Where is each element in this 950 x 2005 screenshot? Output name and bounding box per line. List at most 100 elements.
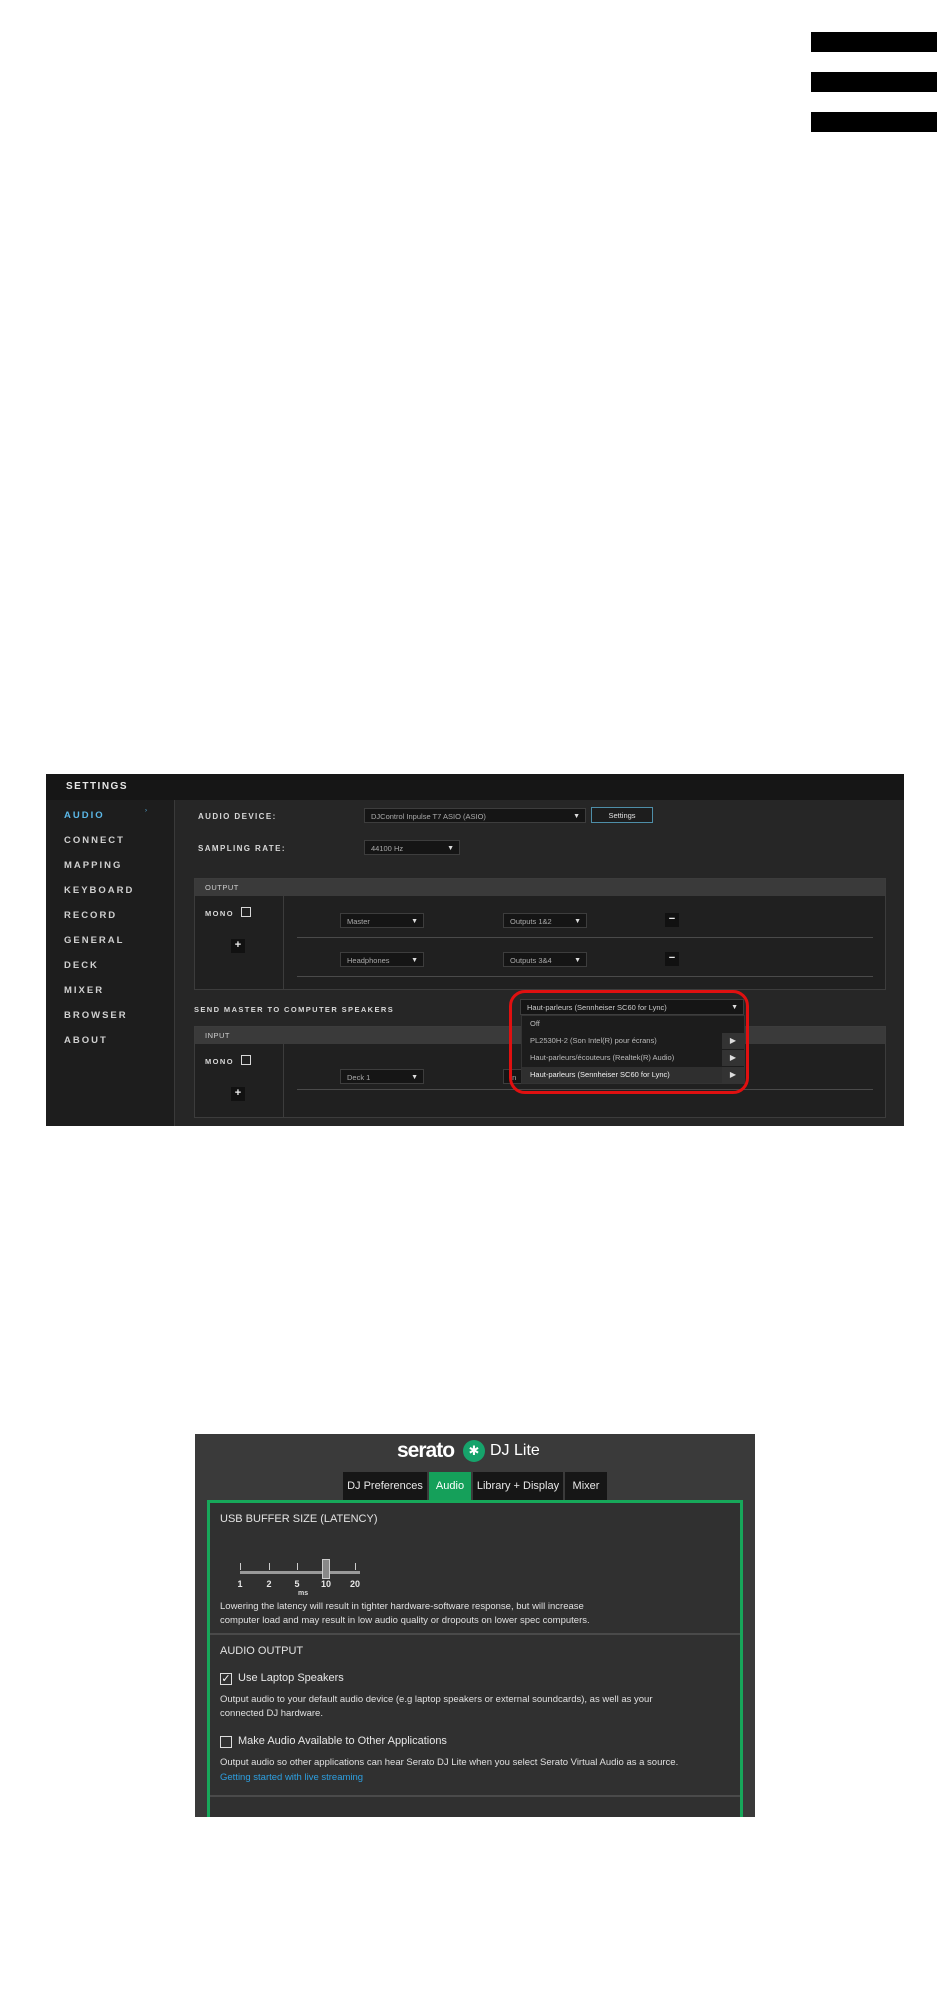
output-mono-label: MONO: [205, 909, 234, 918]
computer-speakers-value: Haut-parleurs (Sennheiser SC60 for Lync): [527, 1003, 667, 1012]
send-master-label: SEND MASTER TO COMPUTER SPEAKERS: [194, 1005, 395, 1014]
output-add-button[interactable]: +: [231, 939, 245, 953]
chevron-down-icon: ▼: [411, 918, 418, 925]
speaker-option-label: Haut-parleurs/écouteurs (Realtek(R) Audi…: [530, 1053, 675, 1062]
nav-arrow-icon: ›: [145, 808, 147, 814]
input-add-button[interactable]: +: [231, 1087, 245, 1101]
usb-buffer-description-1: Lowering the latency will result in tigh…: [220, 1601, 584, 1612]
tab-mixer[interactable]: Mixer: [565, 1472, 607, 1500]
output-row-2-source: Headphones: [347, 956, 390, 965]
output-row-2-remove-button[interactable]: −: [665, 952, 679, 966]
latency-slider-track[interactable]: [240, 1571, 360, 1574]
slider-tick-label: 10: [320, 1579, 332, 1589]
output-mono-checkbox[interactable]: [241, 907, 251, 917]
output-row-divider: [297, 937, 873, 938]
audio-device-settings-button[interactable]: Settings: [591, 807, 653, 823]
chevron-down-icon: ▼: [574, 918, 581, 925]
speaker-option-realtek[interactable]: Haut-parleurs/écouteurs (Realtek(R) Audi…: [522, 1050, 744, 1066]
tab-audio[interactable]: Audio: [429, 1472, 471, 1500]
share-audio-description: Output audio so other applications can h…: [220, 1757, 679, 1768]
usb-buffer-title: USB BUFFER SIZE (LATENCY): [220, 1513, 378, 1525]
slider-tick-label: 1: [237, 1579, 243, 1589]
live-streaming-link[interactable]: Getting started with live streaming: [220, 1772, 363, 1783]
output-row-1-source-select[interactable]: Master ▼: [340, 913, 424, 928]
speaker-option-off[interactable]: Off: [522, 1016, 744, 1032]
chevron-down-icon: ▼: [447, 845, 454, 852]
nav-connect[interactable]: CONNECT: [64, 835, 125, 846]
audio-output-section: AUDIO OUTPUT ✓ Use Laptop Speakers Outpu…: [210, 1635, 740, 1797]
nav-mapping[interactable]: MAPPING: [64, 860, 122, 871]
speaker-option-pl2530h[interactable]: PL2530H-2 (Son Intel(R) pour écrans) ▶: [522, 1033, 744, 1049]
menu-bar: [811, 32, 937, 52]
input-row-input: In: [510, 1073, 517, 1082]
serato-badge-icon: ✱: [463, 1440, 485, 1462]
hamburger-menu-icon[interactable]: [811, 32, 937, 132]
audio-settings-panel: USB BUFFER SIZE (LATENCY) 1 2 5 10 20 ms…: [207, 1500, 743, 1817]
output-row-1-outputs: Outputs 1&2: [510, 917, 552, 926]
laptop-speakers-description-1: Output audio to your default audio devic…: [220, 1694, 653, 1705]
chevron-down-icon: ▼: [731, 1004, 738, 1011]
nav-deck[interactable]: DECK: [64, 960, 99, 971]
audio-device-select[interactable]: DJControl Inpulse T7 ASIO (ASIO) ▼: [364, 808, 586, 823]
speaker-option-label: PL2530H-2 (Son Intel(R) pour écrans): [530, 1036, 657, 1045]
output-row-1-remove-button[interactable]: −: [665, 913, 679, 927]
speaker-option-label: Off: [530, 1019, 540, 1028]
menu-bar: [811, 72, 937, 92]
submenu-arrow-icon[interactable]: ▶: [722, 1067, 744, 1083]
submenu-arrow-icon[interactable]: ▶: [722, 1033, 744, 1049]
input-row-source: Deck 1: [347, 1073, 371, 1082]
slider-tick-label: 2: [266, 1579, 272, 1589]
use-laptop-speakers-checkbox[interactable]: ✓: [220, 1673, 232, 1685]
speaker-option-label: Haut-parleurs (Sennheiser SC60 for Lync): [530, 1070, 670, 1079]
serato-brand: serato: [397, 1439, 455, 1462]
tab-library-display[interactable]: Library + Display: [473, 1472, 563, 1500]
audio-device-value: DJControl Inpulse T7 ASIO (ASIO): [371, 812, 486, 821]
nav-browser[interactable]: BROWSER: [64, 1010, 128, 1021]
input-row-divider: [297, 1089, 873, 1090]
input-row-input-select[interactable]: In: [503, 1069, 523, 1084]
slider-tick: [355, 1563, 356, 1570]
settings-title: SETTINGS: [46, 774, 904, 800]
sampling-rate-value: 44100 Hz: [371, 844, 404, 853]
slider-tick: [240, 1563, 241, 1570]
output-section-title: OUTPUT: [195, 879, 885, 896]
speaker-option-sennheiser[interactable]: Haut-parleurs (Sennheiser SC60 for Lync)…: [522, 1067, 744, 1083]
tab-dj-preferences[interactable]: DJ Preferences: [343, 1472, 427, 1500]
sampling-rate-select[interactable]: 44100 Hz ▼: [364, 840, 460, 855]
submenu-arrow-icon[interactable]: ▶: [722, 1050, 744, 1066]
output-section: OUTPUT MONO + Master ▼ Outputs 1&2 ▼ − H…: [194, 878, 886, 990]
output-row-2-outputs: Outputs 3&4: [510, 956, 552, 965]
audio-device-label: AUDIO DEVICE:: [198, 812, 277, 821]
nav-keyboard[interactable]: KEYBOARD: [64, 885, 134, 896]
menu-bar: [811, 112, 937, 132]
nav-mixer[interactable]: MIXER: [64, 985, 104, 996]
share-audio-checkbox[interactable]: [220, 1736, 232, 1748]
output-row-2-source-select[interactable]: Headphones ▼: [340, 952, 424, 967]
slider-tick-label: 20: [349, 1579, 361, 1589]
nav-record[interactable]: RECORD: [64, 910, 117, 921]
settings-sidebar: AUDIO › CONNECT MAPPING KEYBOARD RECORD …: [46, 800, 175, 1126]
output-row-1-source: Master: [347, 917, 370, 926]
nav-general[interactable]: GENERAL: [64, 935, 124, 946]
computer-speakers-select[interactable]: Haut-parleurs (Sennheiser SC60 for Lync)…: [520, 999, 744, 1015]
latency-slider-handle[interactable]: [322, 1559, 330, 1579]
chevron-down-icon: ▼: [411, 957, 418, 964]
serato-preferences-window: serato ✱ DJ Lite DJ Preferences Audio Li…: [195, 1434, 755, 1817]
nav-audio[interactable]: AUDIO: [64, 810, 105, 821]
output-row-1-outputs-select[interactable]: Outputs 1&2 ▼: [503, 913, 587, 928]
input-mono-label: MONO: [205, 1057, 234, 1066]
share-audio-label: Make Audio Available to Other Applicatio…: [238, 1735, 447, 1747]
serato-logo: serato ✱ DJ Lite: [195, 1434, 755, 1468]
sampling-rate-label: SAMPLING RATE:: [198, 844, 286, 853]
output-row-2-outputs-select[interactable]: Outputs 3&4 ▼: [503, 952, 587, 967]
nav-about[interactable]: ABOUT: [64, 1035, 108, 1046]
serato-product-name: DJ Lite: [490, 1442, 540, 1459]
chevron-down-icon: ▼: [411, 1074, 418, 1081]
computer-speakers-options: Off PL2530H-2 (Son Intel(R) pour écrans)…: [521, 1015, 745, 1084]
slider-unit-label: ms: [298, 1590, 309, 1597]
input-mono-checkbox[interactable]: [241, 1055, 251, 1065]
input-row-source-select[interactable]: Deck 1 ▼: [340, 1069, 424, 1084]
use-laptop-speakers-label: Use Laptop Speakers: [238, 1672, 344, 1684]
latency-slider[interactable]: 1 2 5 10 20 ms: [237, 1553, 370, 1603]
input-divider: [283, 1044, 284, 1118]
